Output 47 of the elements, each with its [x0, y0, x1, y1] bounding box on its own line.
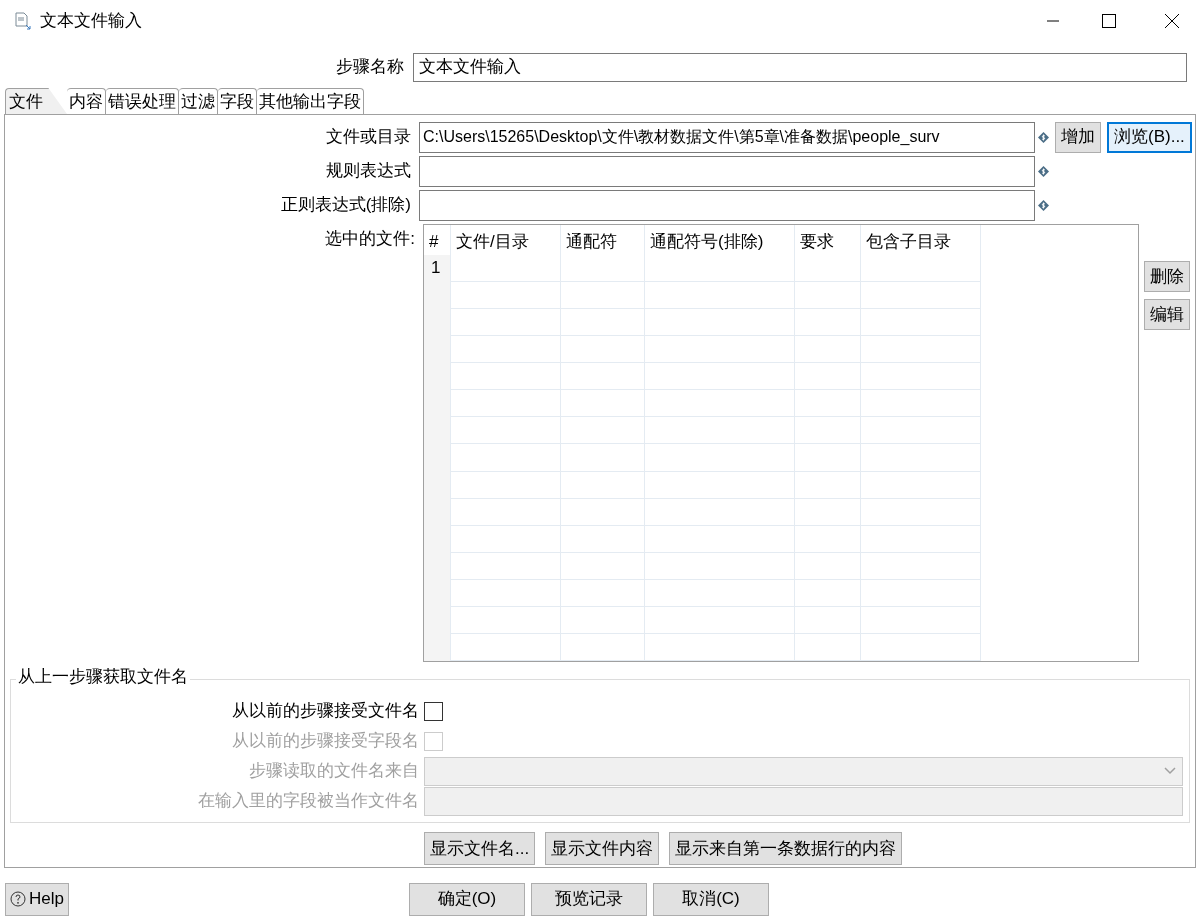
step-name-label: 步骤名称	[335, 56, 405, 79]
dialog-button[interactable]: 确定(O)	[408, 882, 525, 916]
group-title: 从上一步骤获取文件名	[16, 668, 190, 685]
variable-icon	[1038, 165, 1049, 177]
browse-button[interactable]: 浏览(B)...	[1107, 121, 1192, 153]
tab[interactable]: 错误处理	[106, 88, 179, 114]
variable-icon	[1038, 131, 1049, 143]
dialog-button[interactable]: 取消(C)	[652, 882, 769, 916]
field-label: 文件或目录	[325, 126, 412, 149]
checkbox[interactable]	[424, 701, 443, 721]
chevron-down-icon	[1164, 767, 1176, 775]
step-name-field[interactable]: 文本文件输入	[413, 52, 1187, 82]
window-title: 文本文件输入	[40, 10, 142, 33]
option-label: 在输入里的字段被当作文件名	[197, 790, 420, 813]
add-button[interactable]: 增加	[1055, 121, 1101, 153]
action-button[interactable]: 显示文件名...	[424, 832, 536, 865]
option-label: 步骤读取的文件名来自	[248, 760, 420, 783]
column-header[interactable]: 文件/目录	[451, 225, 561, 255]
input-field[interactable]	[419, 155, 1035, 187]
help-button[interactable]: Help	[5, 882, 69, 916]
input-field[interactable]	[419, 189, 1035, 221]
option-label: 从以前的步骤接受字段名	[231, 730, 420, 753]
dialog-button[interactable]: 预览记录	[530, 882, 647, 916]
column-header[interactable]: 通配符	[561, 225, 645, 255]
variable-icon	[1038, 199, 1049, 211]
column-header[interactable]: 包含子目录	[861, 225, 981, 255]
tab[interactable]: 文件	[5, 88, 67, 114]
input-field[interactable]: C:\Users\15265\Desktop\文件\教材数据文件\第5章\准备数据\people_surv	[419, 121, 1035, 153]
action-button[interactable]: 显示文件内容	[545, 832, 660, 865]
field-label: 正则表达式(排除)	[279, 194, 412, 217]
document-icon	[14, 12, 32, 30]
close-icon	[1165, 14, 1179, 28]
maximize-icon	[1102, 14, 1116, 28]
column-header[interactable]: 通配符号(排除)	[645, 225, 795, 255]
selected-files-label: 选中的文件:	[324, 228, 416, 250]
tab[interactable]: 其他输出字段	[257, 88, 364, 114]
tab[interactable]: 过滤	[179, 88, 218, 114]
help-icon	[10, 891, 26, 907]
option-label: 从以前的步骤接受文件名	[231, 700, 420, 723]
delete-button[interactable]: 删除	[1144, 261, 1190, 292]
tab[interactable]: 内容	[67, 88, 106, 114]
action-button[interactable]: 显示来自第一条数据行的内容	[669, 832, 903, 865]
column-header[interactable]: 要求	[795, 225, 861, 255]
tab[interactable]: 字段	[218, 88, 257, 114]
field-label: 规则表达式	[325, 160, 412, 183]
row-number: 1	[430, 257, 442, 279]
edit-button[interactable]: 编辑	[1144, 299, 1190, 330]
